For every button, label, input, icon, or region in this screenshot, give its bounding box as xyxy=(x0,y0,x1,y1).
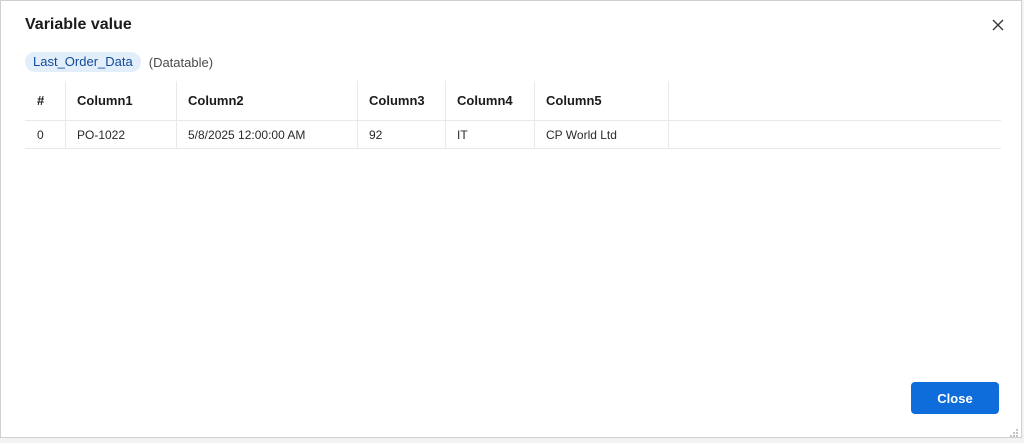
table-cell[interactable]: 5/8/2025 12:00:00 AM xyxy=(177,121,358,148)
table-row[interactable]: 0 PO-1022 5/8/2025 12:00:00 AM 92 IT CP … xyxy=(25,121,1001,149)
variable-name-chip: Last_Order_Data xyxy=(25,52,141,72)
variable-type: (Datatable) xyxy=(148,54,214,70)
row-filler xyxy=(669,121,1001,148)
close-button[interactable]: Close xyxy=(911,382,999,414)
close-icon[interactable] xyxy=(987,14,1009,36)
column-header-column4[interactable]: Column4 xyxy=(446,81,535,120)
table-cell[interactable]: PO-1022 xyxy=(66,121,177,148)
table-cell[interactable]: 0 xyxy=(25,121,66,148)
variable-info: Last_Order_Data (Datatable) xyxy=(25,52,213,72)
table-header-row: # Column1 Column2 Column3 Column4 Column… xyxy=(25,81,1001,121)
datatable-grid: # Column1 Column2 Column3 Column4 Column… xyxy=(25,81,1001,149)
dialog-title: Variable value xyxy=(25,16,132,33)
column-header-column5[interactable]: Column5 xyxy=(535,81,669,120)
table-cell[interactable]: IT xyxy=(446,121,535,148)
header-filler xyxy=(669,81,1001,120)
column-header-index[interactable]: # xyxy=(25,81,66,120)
column-header-column2[interactable]: Column2 xyxy=(177,81,358,120)
column-header-column1[interactable]: Column1 xyxy=(66,81,177,120)
column-header-column3[interactable]: Column3 xyxy=(358,81,446,120)
variable-value-dialog: Variable value Last_Order_Data (Datatabl… xyxy=(0,0,1022,438)
resize-grip-icon[interactable] xyxy=(1009,425,1019,437)
table-cell[interactable]: 92 xyxy=(358,121,446,148)
table-cell[interactable]: CP World Ltd xyxy=(535,121,669,148)
